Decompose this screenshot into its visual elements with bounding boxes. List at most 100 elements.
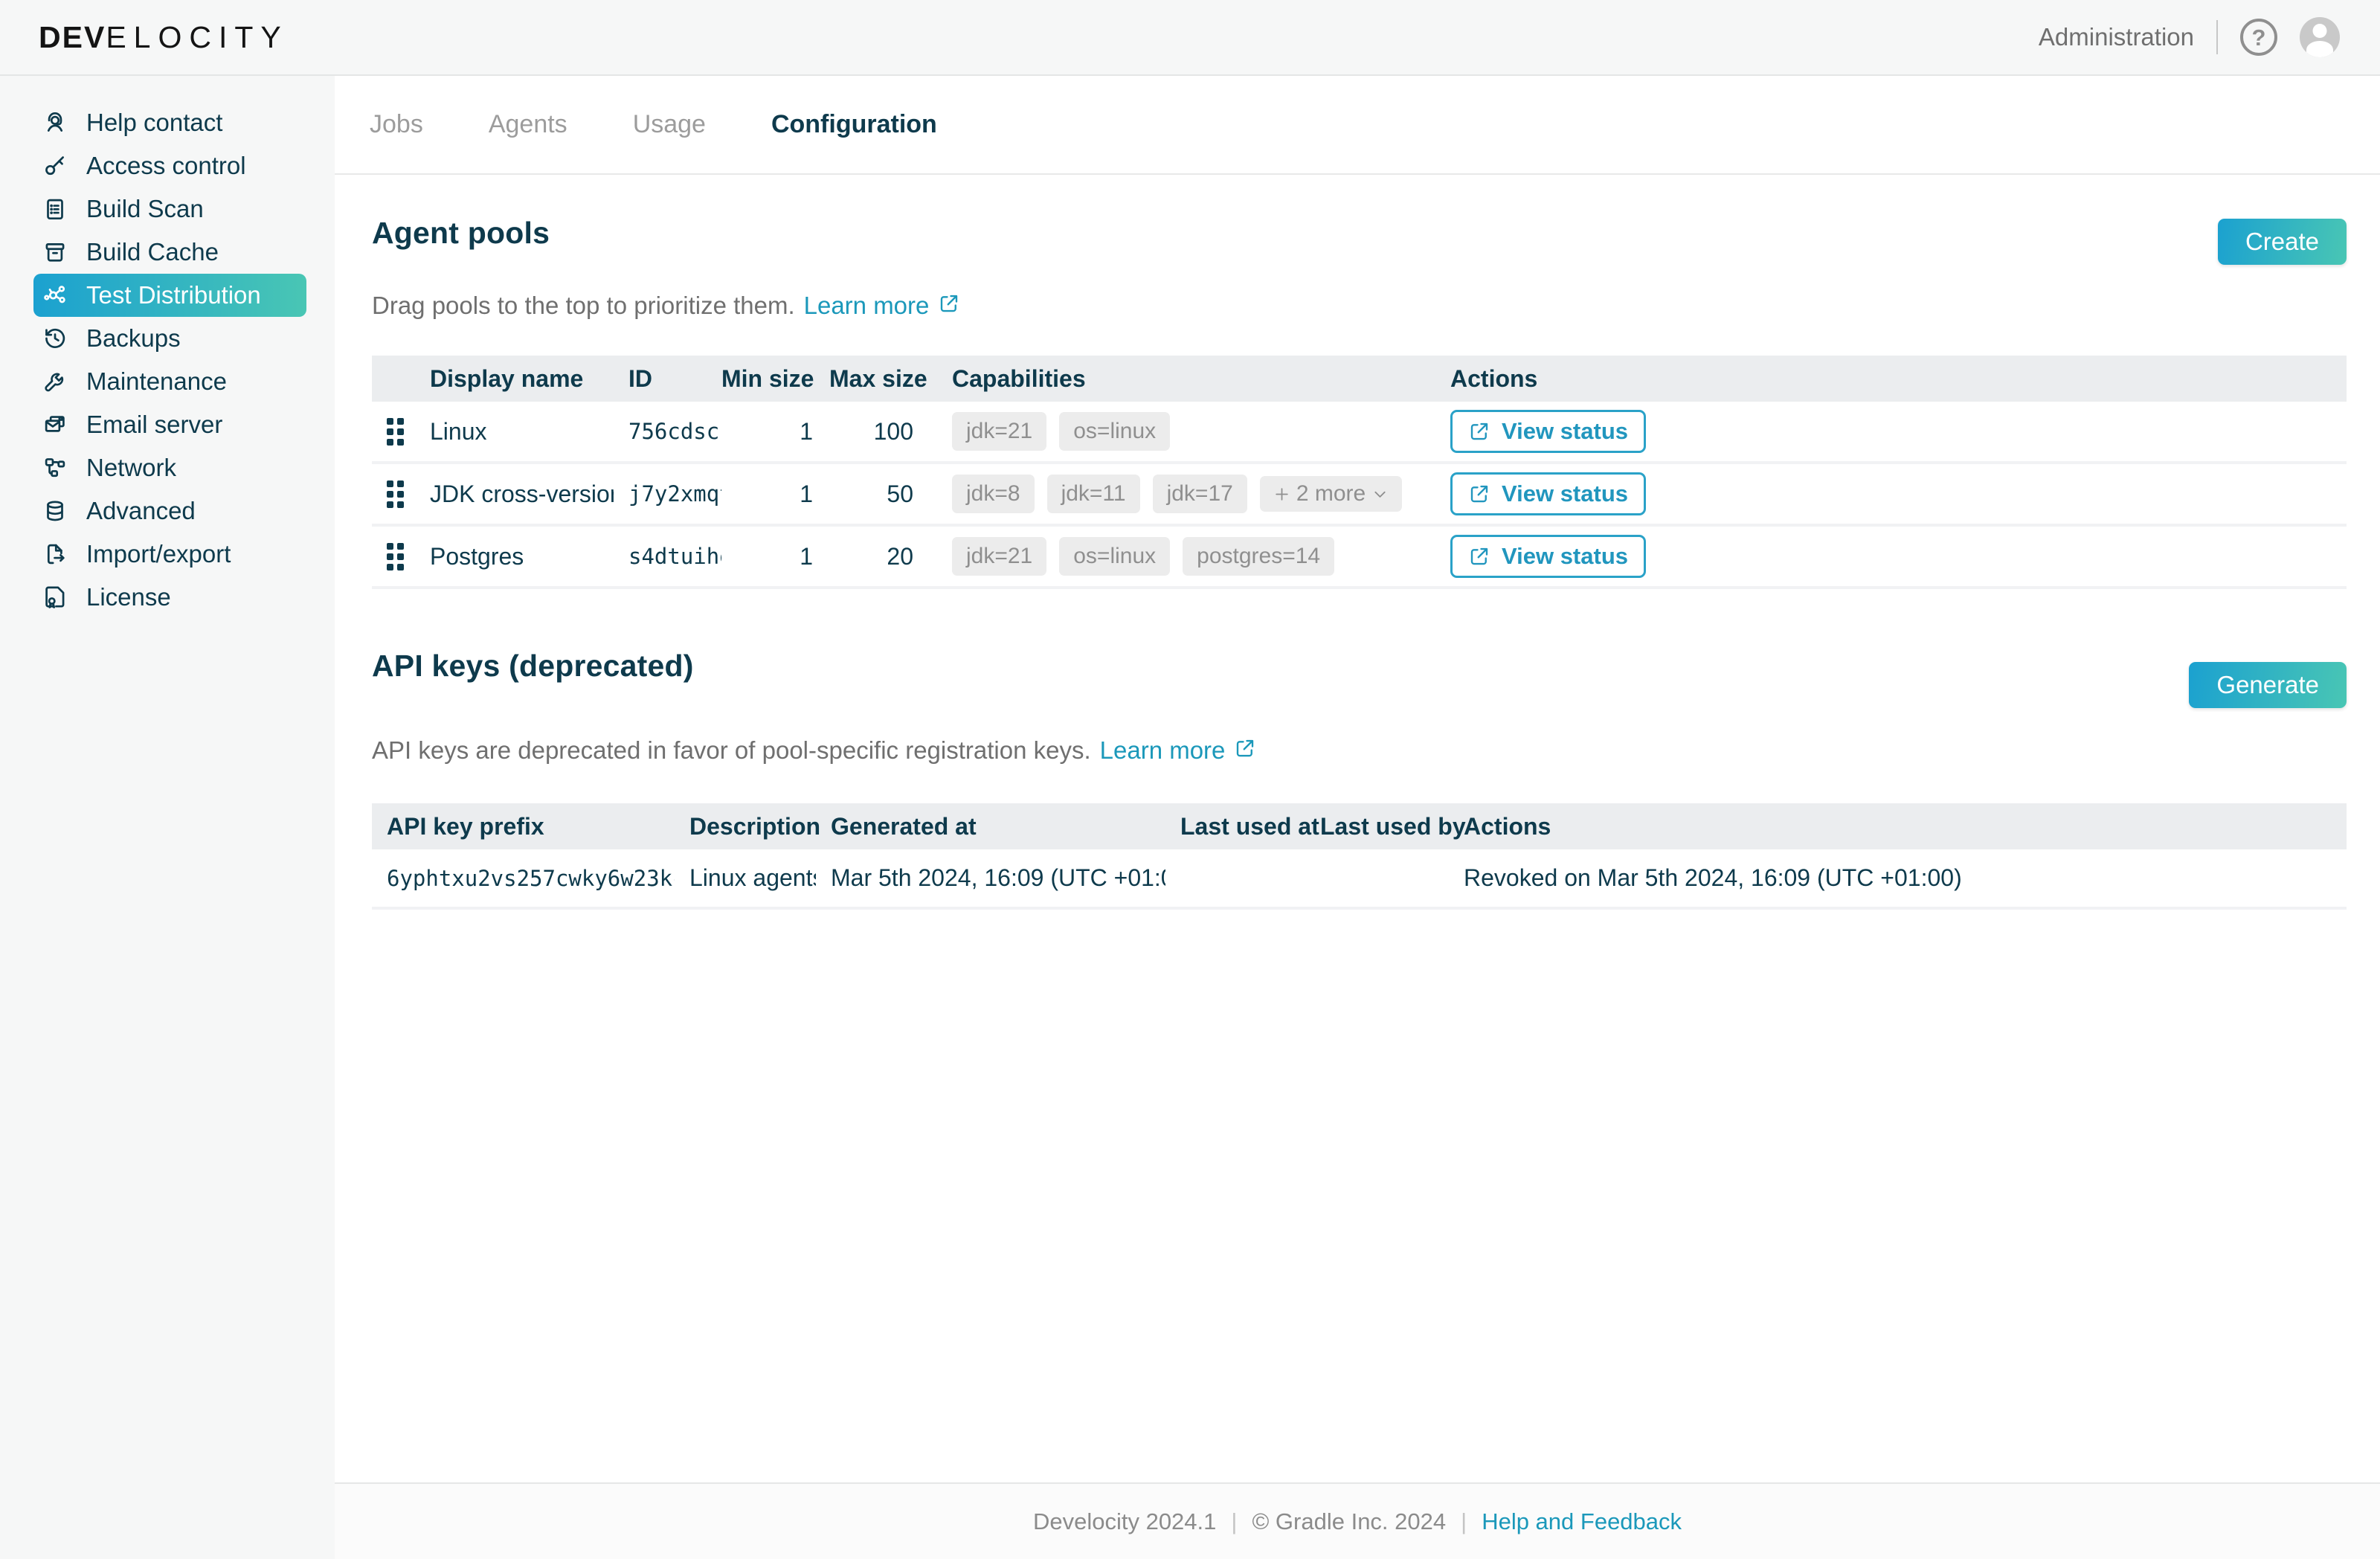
create-pool-button[interactable]: Create — [2218, 219, 2347, 265]
col-id: ID — [614, 356, 721, 402]
admin-sidebar: Help contact Access control Build Scan B… — [0, 76, 335, 1559]
tab-usage[interactable]: Usage — [633, 110, 706, 139]
col-capabilities: Capabilities — [930, 356, 1450, 402]
api-key-last-used-by — [1305, 849, 1449, 910]
agent-pools-description: Drag pools to the top to prioritize them… — [372, 290, 960, 321]
pool-min-size: 1 — [721, 527, 829, 589]
col-display-name: Display name — [415, 356, 614, 402]
pool-id: 756cdscc — [614, 402, 721, 464]
footer-divider: | — [1461, 1508, 1467, 1535]
api-keys-title: API keys (deprecated) — [372, 649, 694, 684]
email-server-icon — [41, 411, 69, 439]
pool-display-name: Postgres — [415, 527, 614, 589]
license-icon — [41, 583, 69, 611]
sidebar-item-backups[interactable]: Backups — [33, 317, 306, 360]
logo-bold-text: DEV — [39, 20, 106, 55]
access-control-icon — [41, 152, 69, 180]
logo-light-text: ELOCITY — [106, 20, 288, 55]
pool-min-size: 1 — [721, 464, 829, 527]
api-key-generated-at: Mar 5th 2024, 16:09 (UTC +01:00) — [816, 849, 1165, 910]
pool-display-name: Linux — [415, 402, 614, 464]
main-content: Jobs Agents Usage Configuration Agent pools… — [335, 76, 2380, 1559]
view-status-button[interactable]: View status — [1450, 472, 1646, 515]
capability-chip: jdk=17 — [1153, 475, 1247, 513]
build-cache-icon — [41, 238, 69, 266]
administration-link[interactable]: Administration — [2039, 23, 2194, 51]
agent-pools-learn-more-link[interactable]: Learn more — [804, 290, 961, 321]
pool-max-size: 20 — [829, 527, 930, 589]
maintenance-icon — [41, 367, 69, 396]
view-status-button[interactable]: View status — [1450, 535, 1646, 578]
help-circle-icon[interactable]: ? — [2240, 19, 2277, 56]
agent-pools-table: Display name ID Min size Max size Capabi… — [372, 356, 2347, 589]
capability-chip: jdk=21 — [952, 412, 1046, 451]
footer-product-version: Develocity 2024.1 — [1033, 1508, 1216, 1535]
drag-handle-icon[interactable] — [387, 543, 404, 570]
test-distribution-tabs: Jobs Agents Usage Configuration — [335, 76, 2380, 175]
build-scan-icon — [41, 195, 69, 223]
col-last-used-by: Last used by — [1305, 803, 1449, 849]
capabilities-list: jdk=21 os=linux — [952, 412, 1450, 451]
capability-chip: jdk=11 — [1047, 475, 1140, 513]
col-generated-at: Generated at — [816, 803, 1165, 849]
col-max-size: Max size — [829, 356, 930, 402]
help-contact-icon — [41, 109, 69, 137]
footer-divider: | — [1231, 1508, 1237, 1535]
api-keys-description: API keys are deprecated in favor of pool… — [372, 735, 1256, 765]
tab-configuration[interactable]: Configuration — [771, 110, 937, 139]
capability-chip: os=linux — [1059, 412, 1170, 451]
col-drag — [372, 356, 415, 402]
api-key-description: Linux agents — [675, 849, 816, 910]
sidebar-item-maintenance[interactable]: Maintenance — [33, 360, 306, 403]
sidebar-item-build-scan[interactable]: Build Scan — [33, 187, 306, 231]
help-and-feedback-link[interactable]: Help and Feedback — [1482, 1508, 1682, 1535]
sidebar-item-network[interactable]: Network — [33, 446, 306, 489]
external-link-icon — [938, 290, 960, 321]
api-keys-table: API key prefix Description Generated at … — [372, 803, 2347, 910]
agent-pool-row: JDK cross-version j7y2xmqt 1 50 jdk=8jdk… — [372, 464, 2347, 527]
drag-handle-icon[interactable] — [387, 418, 404, 446]
col-actions: Actions — [1450, 356, 2347, 402]
generate-key-button[interactable]: Generate — [2189, 662, 2347, 708]
backups-icon — [41, 324, 69, 353]
sidebar-item-advanced[interactable]: Advanced — [33, 489, 306, 533]
api-keys-learn-more-link[interactable]: Learn more — [1100, 735, 1257, 765]
sidebar-item-help-contact[interactable]: Help contact — [33, 101, 306, 144]
agent-pools-table-header: Display name ID Min size Max size Capabi… — [372, 356, 2347, 402]
test-distribution-icon — [41, 281, 69, 309]
sidebar-item-access-control[interactable]: Access control — [33, 144, 306, 187]
sidebar-item-test-distribution[interactable]: Test Distribution — [33, 274, 306, 317]
capabilities-list: jdk=21os=linuxpostgres=14 — [952, 537, 1450, 576]
capabilities-list: jdk=8 jdk=11 jdk=17 2 more — [952, 475, 1450, 513]
sidebar-item-email-server[interactable]: Email server — [33, 403, 306, 446]
capability-chip: jdk=8 — [952, 475, 1035, 513]
api-key-prefix: 6yphtxu2vs257cwky6w23kcwv3 — [372, 849, 675, 910]
user-avatar[interactable] — [2300, 17, 2340, 57]
sidebar-item-license[interactable]: License — [33, 576, 306, 619]
pool-display-name: JDK cross-version — [415, 464, 614, 527]
header-actions: Administration ? — [2039, 17, 2340, 57]
sidebar-item-import-export[interactable]: Import/export — [33, 533, 306, 576]
col-api-key-prefix: API key prefix — [372, 803, 675, 849]
page-footer: Develocity 2024.1 | © Gradle Inc. 2024 |… — [335, 1482, 2380, 1559]
col-description: Description — [675, 803, 816, 849]
capability-chip: os=linux — [1059, 537, 1170, 576]
footer-copyright: © Gradle Inc. 2024 — [1252, 1508, 1446, 1535]
agent-pool-row: Postgres s4dtuihe 1 20 jdk=21os=linuxpos… — [372, 527, 2347, 589]
pool-max-size: 50 — [829, 464, 930, 527]
more-capabilities-chip[interactable]: 2 more — [1260, 476, 1402, 512]
api-key-revoked-status: Revoked on Mar 5th 2024, 16:09 (UTC +01:… — [1449, 849, 2347, 910]
tab-jobs[interactable]: Jobs — [370, 110, 423, 139]
capability-chip: jdk=21 — [952, 537, 1046, 576]
sidebar-item-build-cache[interactable]: Build Cache — [33, 231, 306, 274]
agent-pools-title: Agent pools — [372, 216, 550, 251]
col-min-size: Min size — [721, 356, 829, 402]
view-status-button[interactable]: View status — [1450, 410, 1646, 453]
drag-handle-icon[interactable] — [387, 480, 404, 508]
advanced-icon — [41, 497, 69, 525]
pool-min-size: 1 — [721, 402, 829, 464]
tab-agents[interactable]: Agents — [489, 110, 567, 139]
col-last-used-at: Last used at — [1165, 803, 1305, 849]
api-keys-table-header: API key prefix Description Generated at … — [372, 803, 2347, 849]
pool-id: s4dtuihe — [614, 527, 721, 589]
